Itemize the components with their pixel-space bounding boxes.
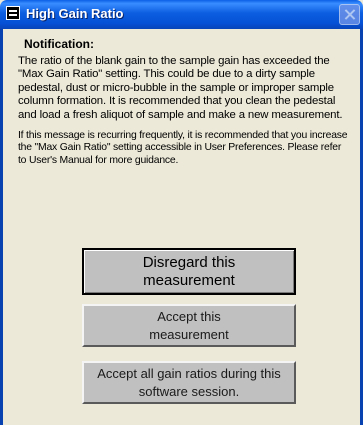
accept-all-gain-ratios-button[interactable]: Accept all gain ratios during this softw… xyxy=(82,361,296,404)
title-bar[interactable]: High Gain Ratio xyxy=(0,0,363,29)
window-title: High Gain Ratio xyxy=(26,6,124,21)
accept-measurement-button[interactable]: Accept this measurement xyxy=(82,304,296,347)
accept-button-label: Accept this measurement xyxy=(149,308,229,342)
window-frame-left xyxy=(0,29,3,425)
accept-all-button-label: Accept all gain ratios during this softw… xyxy=(97,365,281,399)
notification-heading: Notification: xyxy=(24,37,94,51)
app-icon[interactable] xyxy=(6,6,20,20)
dialog-window: High Gain Ratio Notification: The ratio … xyxy=(0,0,363,425)
close-icon[interactable] xyxy=(339,4,360,25)
notification-paragraph-2: If this message is recurring frequently,… xyxy=(18,130,348,166)
notification-content: Notification: The ratio of the blank gai… xyxy=(18,38,348,167)
disregard-button-label: Disregard this measurement xyxy=(142,253,236,289)
notification-paragraph-1: The ratio of the blank gain to the sampl… xyxy=(18,55,343,121)
disregard-measurement-button[interactable]: Disregard this measurement xyxy=(82,248,296,295)
